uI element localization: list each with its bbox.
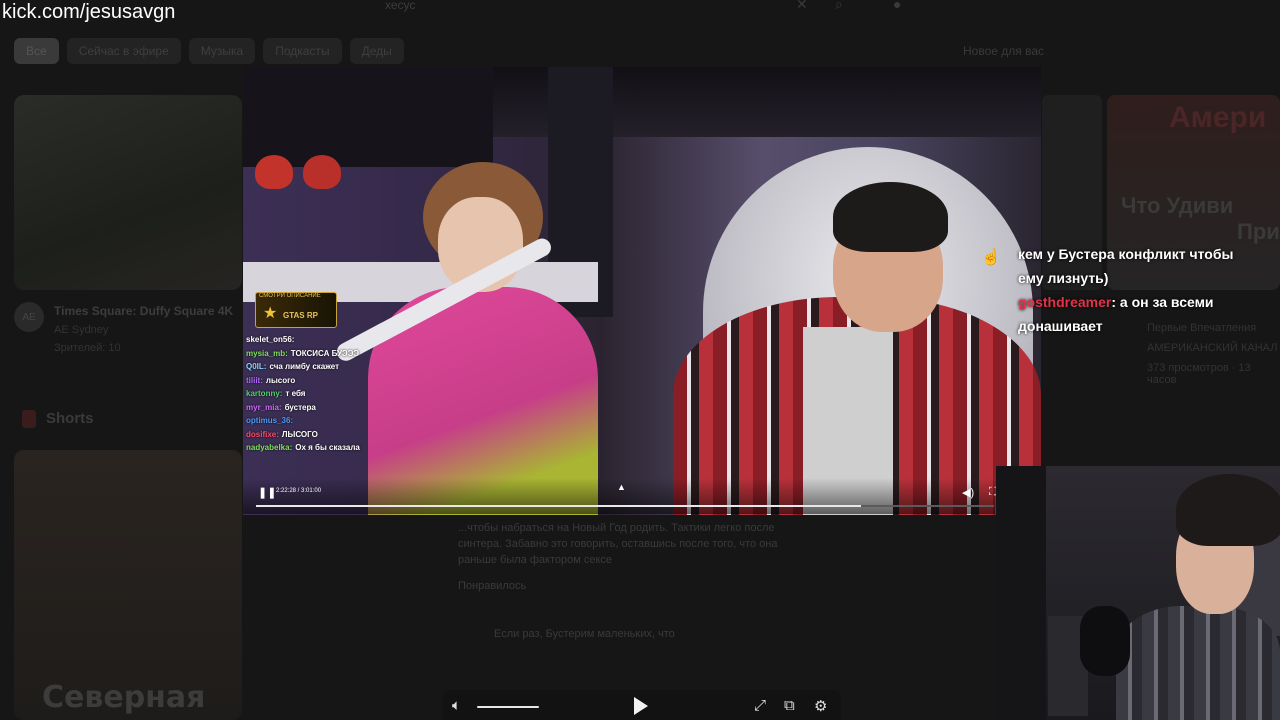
- comment-text: раньше была фактором сексе: [458, 554, 612, 566]
- comment-text: Если раз, Бустерим маленьких, что: [494, 628, 675, 640]
- overlay-chat-text: ТОКСИСА БУЭЭЭ: [290, 348, 360, 358]
- volume-icon[interactable]: 🔈︎: [452, 697, 461, 714]
- overlay-chat-line: myr_mia: бустера: [246, 403, 316, 412]
- overlay-chat-text: т ебя: [285, 389, 306, 398]
- progress-bar[interactable]: [256, 505, 994, 507]
- badge-caption: СМОТРИ ОПИСАНИЕ: [259, 293, 321, 299]
- video-meta: Зрителей: 10: [54, 342, 121, 354]
- avatar[interactable]: AE: [14, 302, 44, 332]
- overlay-chat-username: Q0IL:: [246, 362, 267, 371]
- chat-message: ему лизнуть): [1018, 270, 1109, 286]
- thumbnail-text: Амери: [1169, 101, 1267, 134]
- mic-icon[interactable]: ●: [893, 0, 907, 12]
- star-icon: ★: [263, 305, 278, 322]
- webcam-scene: [996, 466, 1046, 720]
- overlay-chat-username: skelet_on56:: [246, 335, 295, 344]
- chip-podcasts[interactable]: Подкасты: [263, 38, 342, 64]
- search-query: хесус: [385, 0, 416, 12]
- chat-message: кем у Бустера конфликт чтобы: [1018, 246, 1234, 262]
- comment-text: ...чтобы набраться на Новый Год родить. …: [458, 522, 775, 534]
- chip-all[interactable]: Все: [14, 38, 59, 64]
- overlay-chat-line: tiliit: лысого: [246, 376, 295, 385]
- chip-other[interactable]: Деды: [349, 38, 404, 64]
- overlay-chat-line: optimus_36:: [246, 416, 296, 425]
- overlay-chat-username: kartonny:: [246, 389, 283, 398]
- chat-text: : а он за всеми: [1111, 294, 1214, 310]
- settings-icon[interactable]: ⚙︎: [814, 697, 827, 715]
- video-thumbnail[interactable]: [14, 95, 242, 290]
- kick-chat-overlay: кем у Бустера конфликт чтобы ему лизнуть…: [1018, 242, 1273, 338]
- person: [1176, 474, 1280, 546]
- streamer-webcam: [996, 466, 1280, 720]
- person: [833, 182, 948, 252]
- overlay-chat-line: dosifixe: ЛЫСОГО: [246, 430, 318, 439]
- overlay-chat-line: kartonny: т ебя: [246, 389, 305, 398]
- overlay-chat-text: лысого: [265, 375, 296, 385]
- microphone: [1080, 606, 1130, 676]
- overlay-chat-line: mysia_mb: ТОКСИСА БУЭЭЭ: [246, 349, 359, 358]
- chip-new-for-you[interactable]: Новое для вас: [963, 44, 1044, 58]
- overlay-chat-username: myr_mia:: [246, 402, 282, 412]
- close-icon[interactable]: ✕: [796, 0, 810, 12]
- video-time: 2:22:28 / 3:01:00: [276, 488, 322, 494]
- expand-icon[interactable]: ⤢: [754, 697, 766, 714]
- overlay-chat-line: Q0IL: сча лимбу скажет: [246, 362, 339, 371]
- filter-chips: Все Сейчас в эфире Музыка Подкасты Деды: [14, 38, 404, 64]
- thumbnail-text: Что Удиви: [1121, 193, 1234, 218]
- search-icon[interactable]: ⌕: [835, 0, 849, 12]
- overlay-chat-text: сча лимбу скажет: [269, 362, 340, 371]
- overlay-chat-text: бустера: [284, 402, 316, 412]
- chat-message: gosthdreamer: а он за всеми: [1018, 290, 1273, 314]
- overlay-chat-username: mysia_mb:: [246, 348, 288, 358]
- overlay-chat-line: skelet_on56:: [246, 335, 297, 344]
- overlay-chat-text: ЛЫСОГО: [281, 429, 318, 439]
- cursor-icon: ▲: [617, 482, 626, 492]
- video-player[interactable]: СМОТРИ ОПИСАНИЕ ★ GTAS RP skelet_on56:my…: [243, 67, 1041, 515]
- chip-music[interactable]: Музыка: [188, 38, 256, 64]
- chip-live[interactable]: Сейчас в эфире: [66, 38, 181, 64]
- overlay-chat-username: optimus_36:: [246, 416, 294, 425]
- progress-fill: [256, 505, 862, 507]
- overlay-chat-username: dosifixe:: [246, 429, 279, 439]
- comment-text: синтера. Забавно это говорить, оставшись…: [458, 538, 778, 550]
- channel-name: AE Sydney: [54, 324, 109, 336]
- video-scene: [243, 67, 493, 167]
- shorts-icon: [22, 410, 36, 428]
- overlay-chat-username: nadyabelka:: [246, 443, 293, 452]
- shorts-heading: Shorts: [46, 410, 94, 427]
- volume-icon[interactable]: ◀): [962, 486, 974, 499]
- video-meta: 373 просмотров · 13 часов: [1147, 362, 1251, 386]
- miniplayer-icon[interactable]: ⧉: [784, 697, 795, 714]
- stream-url: kick.com/jesusavgn: [2, 1, 176, 23]
- overlay-chat-text: Ох я бы сказала: [295, 443, 360, 452]
- play-icon[interactable]: [634, 697, 648, 715]
- comment-like[interactable]: Понравилось: [458, 580, 526, 592]
- video-meta: АМЕРИКАНСКИЙ КАНАЛ: [1147, 342, 1278, 354]
- overlay-chat-line: nadyabelka: Ох я бы сказала: [246, 443, 360, 452]
- video-title[interactable]: Times Square: Duffy Square 4K: [54, 304, 233, 318]
- short-caption: Северная: [42, 680, 206, 715]
- chat-message: донашивает: [1018, 318, 1103, 334]
- person: [1116, 606, 1280, 720]
- chat-username: gosthdreamer: [1018, 294, 1112, 310]
- pause-icon[interactable]: ❚❚: [258, 486, 276, 499]
- overlay-chat-username: tiliit:: [246, 375, 263, 385]
- heart-trophy: [255, 155, 293, 189]
- hand-cursor-icon: ☝: [981, 249, 1001, 266]
- heart-trophy: [303, 155, 341, 189]
- volume-slider[interactable]: [477, 706, 539, 708]
- badge-label: GTAS RP: [283, 311, 318, 320]
